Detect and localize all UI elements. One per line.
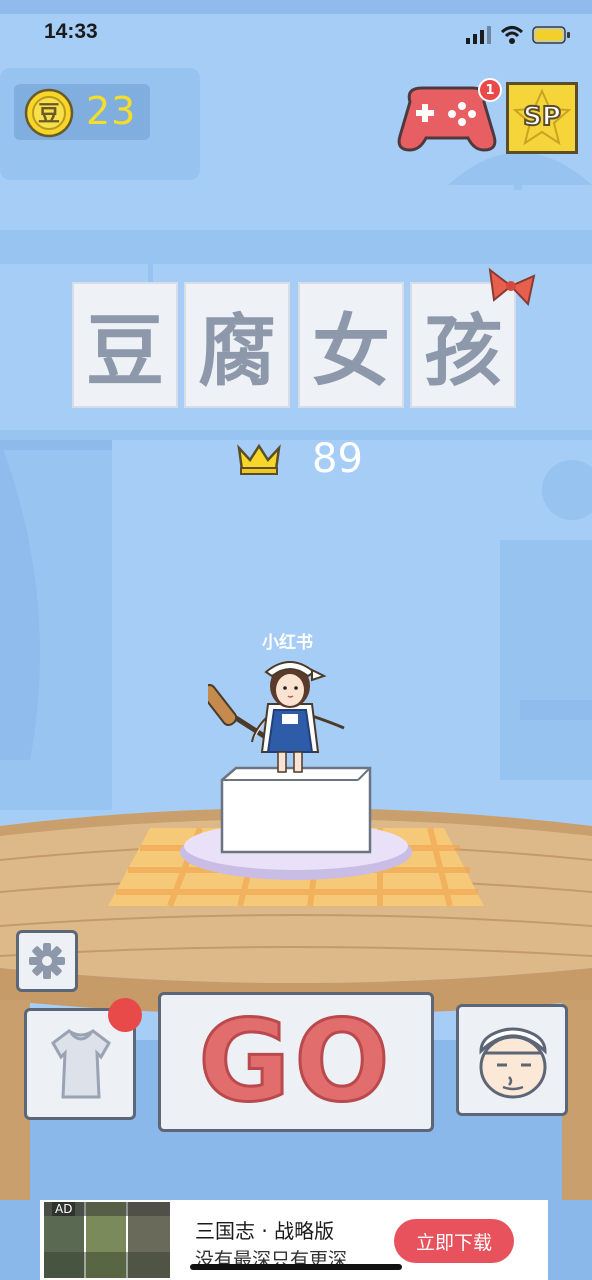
sp-button[interactable]: SP [506,82,578,154]
settings-button[interactable] [16,930,78,992]
coin-count: 23 [86,89,137,133]
go-label: GO [197,996,394,1129]
ad-download-button[interactable]: 立即下载 [394,1219,514,1263]
crown-icon [237,443,281,475]
chef-face-icon [479,1027,547,1099]
battery-icon [532,26,570,44]
ad-title: 三国志 · 战略版 [195,1219,335,1243]
home-indicator [190,1264,402,1270]
wifi-icon [500,26,524,44]
chef-button[interactable] [456,1004,568,1116]
best-score: 89 [312,436,363,482]
wardrobe-notification-dot [108,998,142,1032]
sp-label: SP [522,101,562,133]
title-tile-3: 女 [298,282,404,408]
coin-icon: 豆 [24,88,74,138]
status-time: 14:33 [44,20,98,43]
coin-icon-glyph: 豆 [38,102,60,127]
gear-icon [29,943,65,979]
tofu-girl-character [208,661,345,773]
gamepad-badge: 1 [478,78,502,102]
title-tile-2: 腐 [184,282,290,408]
game-screen: 14:33 豆 23 1 SP 豆 腐 女 孩 89 小红书 GO AD 三国志… [0,0,592,1280]
dress-icon [51,1029,111,1099]
title-tile-1: 豆 [72,282,178,408]
ad-tag: AD [52,1202,76,1216]
watermark: 小红书 [262,633,313,653]
signal-icon [466,26,491,44]
bow-icon [488,267,536,307]
